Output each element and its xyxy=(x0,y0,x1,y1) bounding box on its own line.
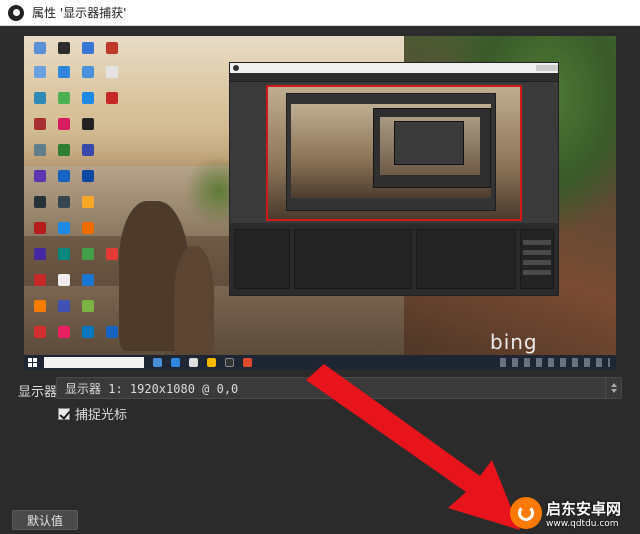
taskbar-icon xyxy=(207,358,216,367)
obs-icon xyxy=(8,4,24,21)
nested-button xyxy=(522,239,552,246)
desktop-icon xyxy=(82,274,94,286)
desktop-icon xyxy=(82,326,94,338)
desktop-icon xyxy=(106,326,118,338)
defaults-button[interactable]: 默认值 xyxy=(12,510,78,530)
window-title: 属性 '显示器捕获' xyxy=(32,6,127,20)
nested-menu-bar xyxy=(230,73,558,82)
preview-rock xyxy=(174,246,214,356)
nested-docks xyxy=(230,223,558,295)
display-select-value: 显示器 1: 1920x1080 @ 0,0 xyxy=(65,381,239,396)
preview-taskbar xyxy=(24,355,616,370)
nested-dock-scenes xyxy=(234,229,290,289)
taskbar-icon xyxy=(153,358,162,367)
desktop-icon xyxy=(106,42,118,54)
desktop-icon xyxy=(34,42,46,54)
desktop-icon xyxy=(58,144,70,156)
desktop-icon xyxy=(106,66,118,78)
desktop-icon xyxy=(34,144,46,156)
desktop-icon xyxy=(82,196,94,208)
nested-button xyxy=(522,269,552,276)
taskbar-icon xyxy=(225,358,234,367)
desktop-icon xyxy=(106,92,118,104)
nested-obs-window xyxy=(229,62,559,296)
desktop-icon xyxy=(58,300,70,312)
desktop-icon xyxy=(58,326,70,338)
desktop-icon xyxy=(58,274,70,286)
taskbar-icon xyxy=(171,358,180,367)
desktop-icon xyxy=(82,42,94,54)
desktop-icon xyxy=(106,248,118,260)
desktop-icon xyxy=(82,118,94,130)
desktop-icon xyxy=(82,66,94,78)
desktop-icon xyxy=(34,118,46,130)
desktop-icon xyxy=(82,300,94,312)
capture-cursor-label: 捕捉光标 xyxy=(75,408,128,423)
desktop-icon xyxy=(58,248,70,260)
nested-preview xyxy=(286,93,496,211)
capture-cursor-checkbox[interactable] xyxy=(58,407,70,420)
taskbar-icon xyxy=(243,358,252,367)
desktop-icon xyxy=(58,42,70,54)
watermark: 启东安卓网 www.qdtdu.com xyxy=(510,492,640,534)
desktop-icon xyxy=(82,144,94,156)
capture-cursor-row[interactable]: 捕捉光标 xyxy=(58,404,127,423)
desktop-icon xyxy=(58,196,70,208)
watermark-url: www.qdtdu.com xyxy=(546,518,619,529)
nested-dock-sources xyxy=(294,229,412,289)
taskbar-icon xyxy=(189,358,198,367)
nested-canvas xyxy=(266,85,522,221)
updown-arrow-icon xyxy=(605,378,621,398)
nested-title-bar xyxy=(230,63,558,73)
watermark-brand: 启东安卓网 xyxy=(546,499,622,518)
desktop-icon xyxy=(34,196,46,208)
display-label: 显示器 xyxy=(18,385,58,400)
desktop-icon xyxy=(34,92,46,104)
windows-start-icon xyxy=(28,357,38,368)
desktop-icon xyxy=(34,274,46,286)
desktop-icons xyxy=(28,40,148,340)
desktop-icon xyxy=(82,222,94,234)
system-tray xyxy=(500,358,610,367)
desktop-icon xyxy=(82,248,94,260)
desktop-icon xyxy=(58,118,70,130)
desktop-icon xyxy=(58,92,70,104)
nested-dock-mixer xyxy=(416,229,516,289)
nested-window-2 xyxy=(373,108,491,188)
desktop-icon xyxy=(34,300,46,312)
watermark-logo-icon xyxy=(510,497,542,529)
desktop-icon xyxy=(82,92,94,104)
desktop-icon xyxy=(34,248,46,260)
desktop-icon xyxy=(34,66,46,78)
display-select[interactable]: 显示器 1: 1920x1080 @ 0,0 xyxy=(56,377,622,399)
desktop-icon xyxy=(58,222,70,234)
desktop-icon xyxy=(58,170,70,182)
display-preview: bing xyxy=(24,36,616,370)
properties-window: bing 显示器 显示器 1: 1920x1080 @ 0,0 捕捉光标 默认值 xyxy=(0,26,640,534)
desktop-icon xyxy=(34,170,46,182)
desktop-icon xyxy=(82,170,94,182)
title-bar[interactable]: 属性 '显示器捕获' xyxy=(0,0,640,26)
desktop-icon xyxy=(34,222,46,234)
desktop-icon xyxy=(58,66,70,78)
desktop-icon xyxy=(34,326,46,338)
bing-logo: bing xyxy=(490,330,538,354)
nested-button xyxy=(522,259,552,266)
nested-button xyxy=(522,249,552,256)
taskbar-search xyxy=(44,357,144,368)
nested-window-3 xyxy=(394,121,464,165)
